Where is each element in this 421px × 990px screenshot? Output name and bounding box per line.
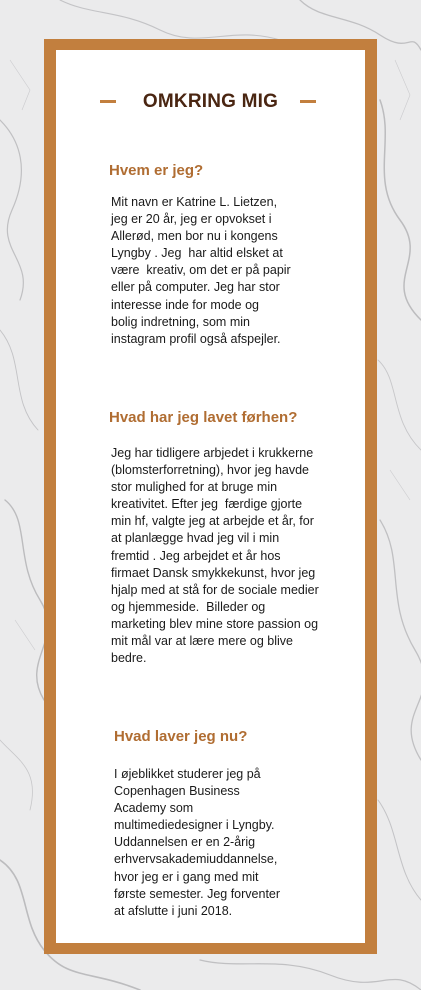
title-row: OMKRING MIG [56,90,365,114]
section-heading-now: Hvad laver jeg nu? [114,728,248,745]
title-dash-right [300,100,316,103]
page-title: OMKRING MIG [142,91,279,112]
section-body-who: Mit navn er Katrine L. Lietzen, jeg er 2… [111,195,291,346]
section-body-now: I øjeblikket studerer jeg på Copenhagen … [114,767,281,918]
section-heading-before: Hvad har jeg lavet førhen? [109,409,298,426]
section-heading-who: Hvem er jeg? [109,162,204,179]
content-card: OMKRING MIG Hvem er jeg? Mit navn er Kat… [56,50,365,943]
section-body-before: Jeg har tidligere arbjedet i krukkerne (… [111,446,319,666]
